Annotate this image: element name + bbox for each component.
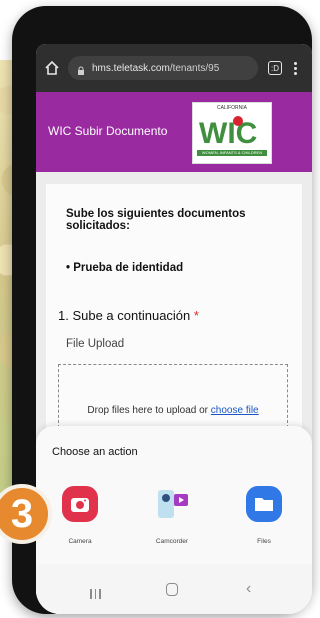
browser-toolbar: hms.teletask.com/tenants/95 :D [36, 44, 312, 92]
home-icon[interactable] [44, 60, 60, 76]
instructions-text: Sube los siguientes documentos solicitad… [66, 208, 246, 232]
url-text: hms.teletask.com/tenants/95 [92, 62, 220, 74]
android-nav-bar: ‹ [36, 564, 312, 614]
file-upload-label: File Upload [66, 338, 125, 350]
page-header: WIC Subir Documento CALIFORNIA WIC WOMEN… [36, 92, 312, 172]
choose-file-link[interactable]: choose file [211, 405, 259, 416]
tabs-icon[interactable]: :D [268, 61, 282, 75]
wic-logo-mark: WIC [199, 116, 257, 149]
camera-label: Camera [68, 538, 92, 545]
required-document-item: • Prueba de identidad [66, 262, 184, 274]
camcorder-action[interactable]: Camcorder [136, 486, 208, 566]
camcorder-label: Camcorder [155, 538, 189, 545]
camera-action[interactable]: Camera [44, 486, 116, 566]
sheet-title: Choose an action [52, 446, 138, 458]
phone-screen: hms.teletask.com/tenants/95 :D WIC Subir… [36, 44, 312, 614]
lock-icon [76, 63, 86, 75]
dropzone-text: Drop files here to upload or choose file [87, 405, 259, 416]
required-marker: * [193, 308, 199, 323]
files-action[interactable]: Files [228, 486, 300, 566]
wic-logo: CALIFORNIA WIC WOMEN, INFANTS & CHILDREN [192, 102, 272, 164]
folder-icon [246, 486, 282, 522]
files-label: Files [257, 538, 271, 545]
phone-frame: hms.teletask.com/tenants/95 :D WIC Subir… [12, 6, 312, 614]
address-bar[interactable]: hms.teletask.com/tenants/95 [68, 56, 258, 80]
svg-text:WIC: WIC [199, 117, 257, 149]
camera-icon [62, 486, 98, 522]
page-title: WIC Subir Documento [48, 124, 168, 138]
recent-apps-icon[interactable] [90, 586, 104, 599]
upload-section-title: 1. Sube a continuación * [58, 308, 199, 323]
home-button-icon[interactable] [166, 583, 178, 596]
camcorder-icon [154, 486, 190, 522]
more-menu-icon[interactable] [294, 61, 298, 75]
back-icon[interactable]: ‹ [246, 580, 251, 598]
